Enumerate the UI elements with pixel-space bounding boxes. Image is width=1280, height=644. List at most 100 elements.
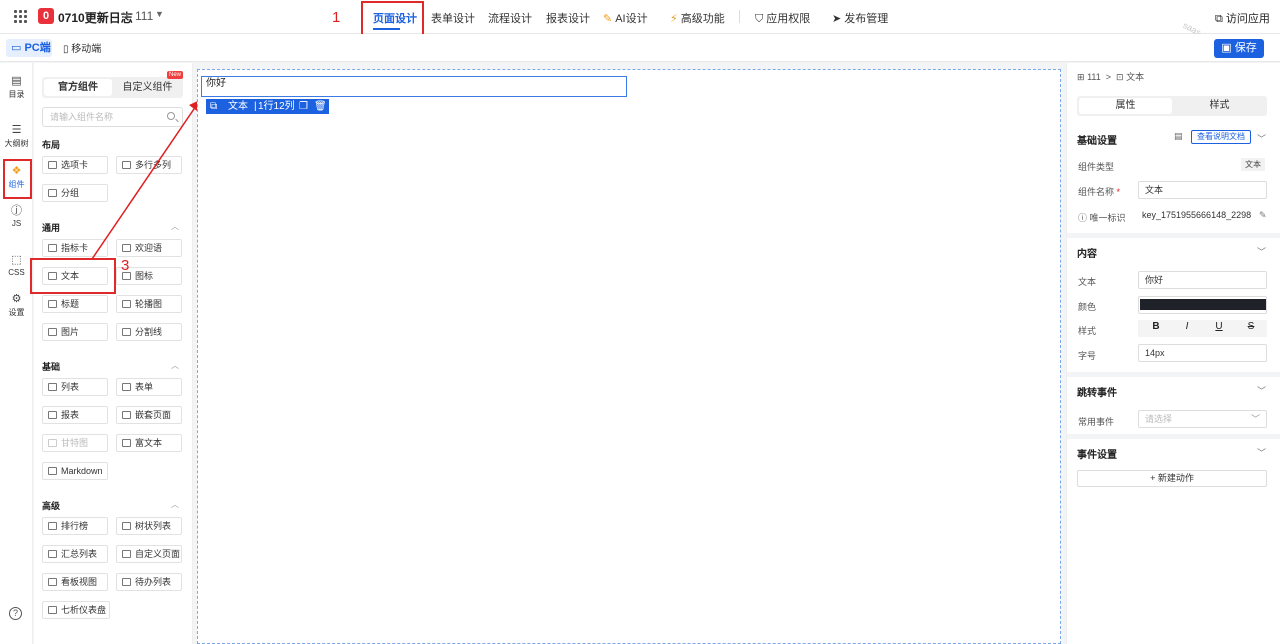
common-event-select[interactable]: 请选择 ﹀ [1138,410,1267,428]
form-icon [122,383,131,391]
chevron-down-icon[interactable]: ﹀ [1257,132,1266,145]
chevron-up-icon[interactable]: ︿ [171,360,179,371]
component-summary-list[interactable]: 汇总列表 [42,545,108,563]
font-size-input[interactable]: 14px [1138,344,1267,362]
strikethrough-button[interactable]: S [1243,321,1259,332]
chevron-down-icon[interactable]: ﹀ [1257,446,1266,459]
component-list[interactable]: 列表 [42,378,108,396]
component-source-tabs: 官方组件 自定义组件 [42,77,183,98]
component-markdown[interactable]: Markdown [42,462,108,480]
component-divider[interactable]: 分割线 [116,323,182,341]
visit-app-button[interactable]: ⧉ 访问应用 [1215,10,1270,26]
rail-item-css[interactable]: ⬚ CSS [0,254,33,277]
tab-publish[interactable]: ➤ 发布管理 [832,10,888,26]
component-tree-list[interactable]: 树状列表 [116,517,182,535]
text-content-input[interactable]: 你好 [1138,271,1267,289]
component-metric-card[interactable]: 指标卡 [42,239,108,257]
component-name-input[interactable]: 文本 [1138,181,1267,199]
component-welcome[interactable]: 欢迎语 [116,239,182,257]
tab-page-design[interactable]: 页面设计 [373,10,417,26]
color-swatch[interactable] [1140,299,1266,310]
section-basic-title: 基础 [42,362,61,372]
tab-ai-design[interactable]: ✎ AI设计 [603,10,648,26]
component-type-label: 组件类型 [1078,162,1115,172]
mobile-view-button[interactable]: ▯ 移动端 [63,40,101,55]
shield-icon: ⛉ [755,13,764,25]
component-label: 图片 [61,327,80,337]
component-label: 选项卡 [61,160,89,170]
component-leaderboard[interactable]: 排行榜 [42,517,108,535]
phone-icon: ▯ [63,44,69,55]
underline-button[interactable]: U [1211,321,1227,332]
tab-official-components[interactable]: 官方组件 [44,79,112,96]
caret-down-icon[interactable]: ▼ [155,9,164,19]
save-button[interactable]: ▣ 保存 [1214,39,1264,58]
bold-button[interactable]: B [1148,321,1164,332]
tab-advanced[interactable]: ⚡ 高级功能 [670,10,725,26]
app-grid-icon[interactable] [14,10,28,24]
component-rich-text[interactable]: 富文本 [116,434,182,452]
tab-attributes[interactable]: 属性 [1079,98,1172,114]
tab-styles[interactable]: 样式 [1174,98,1265,114]
toolbar-layout[interactable]: 1行12列 [258,99,295,114]
pc-view-label: PC端 [24,42,51,54]
question-icon: ⓘ [1078,213,1088,223]
active-tab-indicator [373,28,400,30]
rail-item-js[interactable]: ⓙ JS [0,205,33,228]
props-breadcrumb-root[interactable]: 111 [1087,72,1101,82]
design-canvas[interactable] [197,69,1061,644]
chevron-down-icon[interactable]: ﹀ [1257,245,1266,258]
chevron-down-icon[interactable]: ﹀ [1257,384,1266,397]
component-custom-page[interactable]: 自定义页面 [116,545,182,563]
tab-ai-design-label: AI设计 [615,13,648,25]
mobile-view-label: 移动端 [71,44,102,55]
view-docs-button[interactable]: 查看说明文档 [1191,130,1251,144]
component-nested-page[interactable]: 嵌套页面 [116,406,182,424]
edit-icon[interactable]: ✎ [1259,210,1267,221]
select-parent-icon[interactable]: ⧉ [210,99,217,114]
component-report[interactable]: 报表 [42,406,108,424]
delete-icon[interactable]: 🗑 [314,99,327,114]
component-dashboard[interactable]: 七析仪表盘 [42,601,110,619]
tree-list-icon [122,522,131,530]
chevron-up-icon[interactable]: ︿ [171,499,179,510]
canvas-text-component[interactable]: 你好 [201,76,627,97]
text-style-buttons: B I U S [1138,320,1267,337]
tab-form-design[interactable]: 表单设计 [431,10,475,26]
title-icon [48,300,57,308]
tab-report-design[interactable]: 报表设计 [546,10,590,26]
rail-item-outline[interactable]: ☰ 大纲树 [0,124,33,149]
doc-icon[interactable]: ▤ [1174,131,1183,142]
component-todo-list[interactable]: 待办列表 [116,573,182,591]
required-mark: * [1116,187,1121,197]
component-title[interactable]: 标题 [42,295,108,313]
component-grid[interactable]: 多行多列 [116,156,182,174]
component-carousel[interactable]: 轮播图 [116,295,182,313]
pc-view-button[interactable]: ▭ PC端 [6,39,52,57]
external-link-icon: ⧉ [1215,13,1223,25]
rail-item-settings[interactable]: ⚙ 设置 [0,293,33,318]
help-icon[interactable]: ? [9,607,22,620]
component-group[interactable]: 分组 [42,184,108,202]
new-action-button[interactable]: + 新建动作 [1077,470,1267,487]
component-form[interactable]: 表单 [116,378,182,396]
rail-item-catalog[interactable]: ▤ 目录 [0,75,33,100]
tab-app-permissions[interactable]: ⛉ 应用权限 [755,10,810,26]
tab-flow-design[interactable]: 流程设计 [488,10,532,26]
component-image[interactable]: 图片 [42,323,108,341]
section-divider [1067,434,1280,439]
component-search-input[interactable]: 请输入组件名称 [42,107,183,127]
user-icon [122,244,131,252]
component-tabs[interactable]: 选项卡 [42,156,108,174]
chevron-up-icon[interactable]: ︿ [171,221,179,232]
tab-custom-components[interactable]: 自定义组件 [114,79,181,96]
ai-sparkle-icon: ✎ [603,13,613,25]
tab-advanced-label: 高级功能 [680,13,725,25]
copy-icon[interactable]: ❐ [299,99,308,114]
component-label: 自定义页面 [135,549,181,559]
component-kanban[interactable]: 看板视图 [42,573,108,591]
italic-button[interactable]: I [1179,321,1195,332]
text-type-icon: ⊡ [1116,72,1124,82]
current-page-selector[interactable]: 111 [135,9,153,23]
save-label: 保存 [1234,42,1257,54]
